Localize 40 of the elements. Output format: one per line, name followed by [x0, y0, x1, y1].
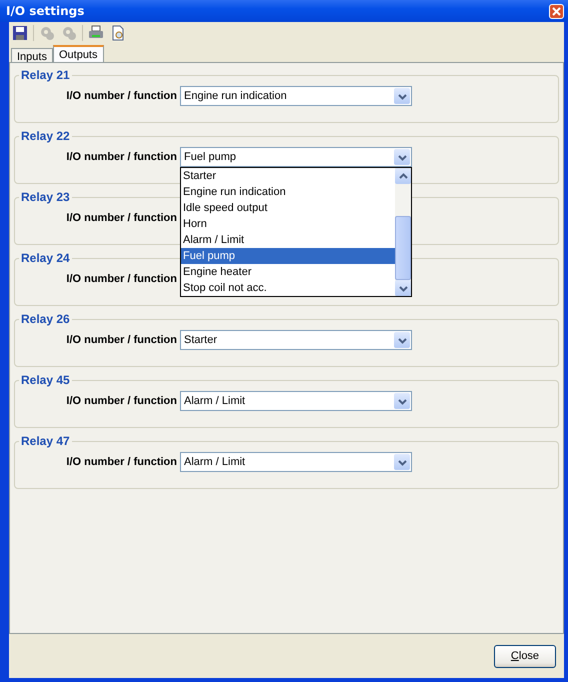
down-chevron-icon	[398, 154, 406, 160]
group-title: Relay 23	[20, 190, 71, 204]
window-title: I/O settings	[6, 4, 86, 18]
up-chevron-icon	[398, 172, 408, 180]
group-title: Relay 45	[20, 373, 71, 387]
dropdown-option[interactable]: Engine heater	[181, 264, 395, 280]
scrollbar[interactable]	[395, 168, 411, 296]
group-title: Relay 24	[20, 251, 71, 265]
dropdown-option[interactable]: Engine run indication	[181, 184, 395, 200]
dropdown-option[interactable]: Idle speed output	[181, 200, 395, 216]
close-icon[interactable]	[549, 4, 564, 18]
function-dropdown[interactable]: Alarm / Limit	[180, 391, 412, 411]
group-title: Relay 22	[20, 129, 71, 143]
dropdown-option[interactable]: Horn	[181, 216, 395, 232]
down-chevron-icon	[398, 458, 406, 466]
field-label: I/O number / function	[65, 212, 178, 224]
field-label: I/O number / function	[65, 334, 178, 346]
field-label: I/O number / function	[65, 456, 178, 468]
function-dropdown[interactable]: Starter	[180, 330, 412, 350]
down-chevron-icon	[398, 92, 406, 100]
group-title: Relay 26	[20, 312, 71, 326]
dropdown-option[interactable]: Alarm / Limit	[181, 232, 395, 248]
down-chevron-icon	[398, 284, 408, 292]
save-icon[interactable]	[11, 24, 29, 42]
tab[interactable]: Outputs	[52, 45, 104, 62]
group-title: Relay 21	[20, 68, 71, 82]
close-button[interactable]: Close	[494, 644, 556, 668]
function-dropdown[interactable]: Alarm / Limit	[180, 452, 412, 472]
function-dropdown[interactable]: Engine run indication	[180, 86, 412, 106]
field-label: I/O number / function	[65, 395, 178, 407]
field-label: I/O number / function	[65, 273, 178, 285]
down-chevron-icon	[398, 398, 406, 404]
dropdown-option[interactable]: Stop coil not acc.	[181, 280, 395, 296]
field-label: I/O number / function	[65, 90, 178, 102]
dropdown-option[interactable]: Fuel pump	[181, 248, 395, 264]
dropdown-option[interactable]: Starter	[181, 168, 395, 184]
field-label: I/O number / function	[65, 151, 178, 163]
down-chevron-icon	[398, 336, 406, 344]
group-title: Relay 47	[20, 434, 71, 448]
tab[interactable]: Inputs	[11, 48, 53, 62]
